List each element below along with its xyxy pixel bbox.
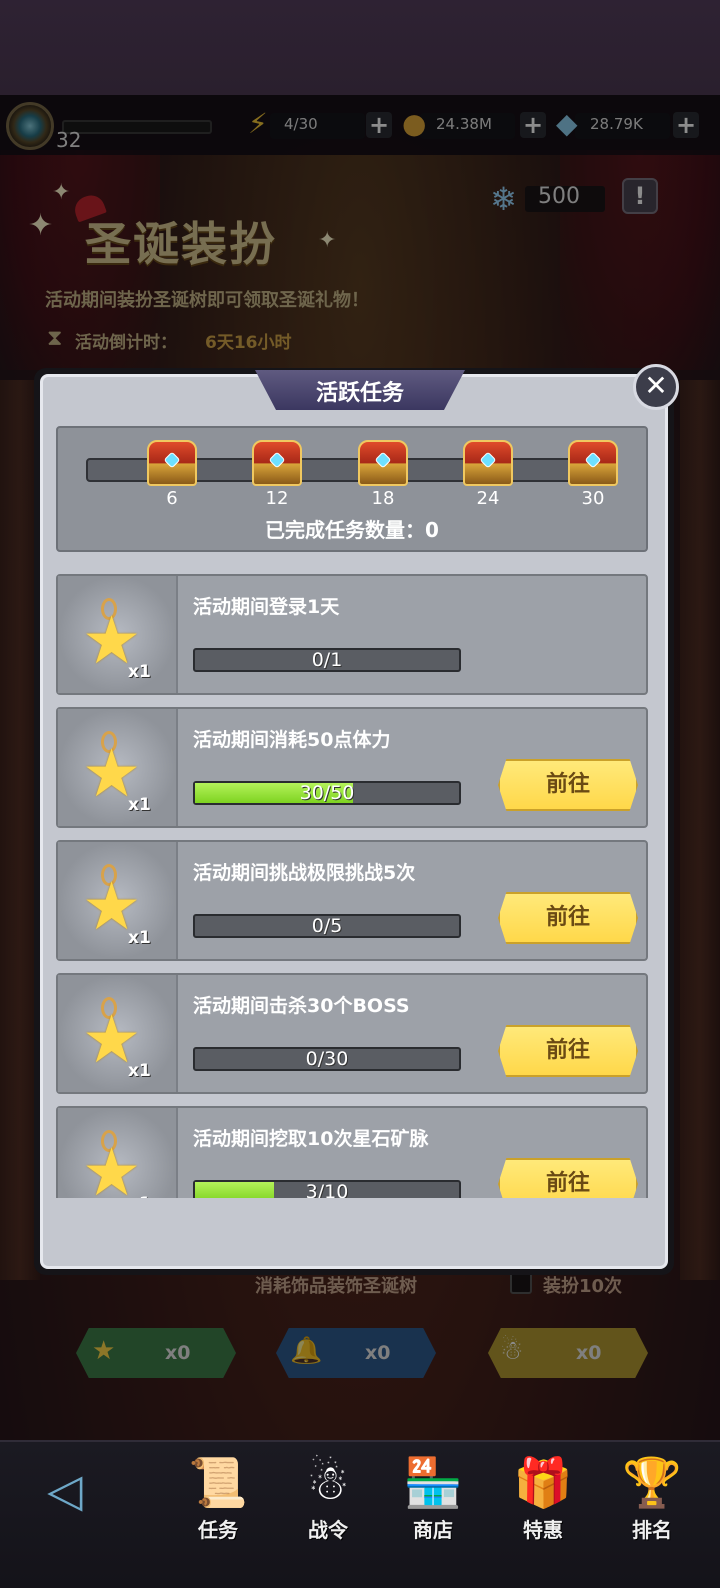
task-progress-text: 0/30: [305, 1048, 349, 1070]
task-list[interactable]: ★ x1 活动期间登录1天 0/1 ★ x1 活动期间消耗50点体力 30/50…: [56, 574, 648, 1198]
task-name: 活动期间击杀30个BOSS: [193, 995, 410, 1017]
task-row: ★ x1 活动期间消耗50点体力 30/50 前往: [56, 707, 648, 828]
scroll-icon: 📜: [188, 1455, 248, 1511]
task-progress-text: 0/5: [311, 915, 343, 937]
reward-quantity: x1: [128, 662, 151, 682]
task-progress-bar: 30/50: [193, 781, 461, 805]
task-progress-text: 0/1: [311, 649, 343, 671]
gift-icon: 🎁: [513, 1455, 573, 1511]
task-progress-text: 30/50: [299, 782, 355, 804]
reward-slot: ★ x1: [58, 1108, 178, 1198]
completed-tasks-count: 已完成任务数量：0: [265, 518, 439, 542]
nav-item-special-offer[interactable]: 🎁 特惠: [493, 1452, 593, 1552]
snowman-icon: ☃: [306, 1455, 350, 1511]
chest-milestone: 6: [166, 488, 178, 509]
task-row: ★ x1 活动期间挑战极限挑战5次 0/5 前往: [56, 840, 648, 961]
reward-quantity: x1: [128, 928, 151, 948]
chest-milestone: 30: [581, 488, 605, 509]
task-row: ★ x1 活动期间登录1天 0/1: [56, 574, 648, 695]
trophy-icon: 🏆: [622, 1455, 682, 1511]
chest-milestone: 12: [265, 488, 289, 509]
task-progress-text: 3/10: [305, 1181, 349, 1198]
reward-slot: ★ x1: [58, 576, 178, 693]
star-reward-icon: ★: [82, 1134, 142, 1199]
nav-item-tasks[interactable]: 📜 任务: [168, 1452, 268, 1552]
reward-slot: ★ x1: [58, 975, 178, 1092]
nav-label: 战令: [308, 1518, 348, 1542]
nav-label: 商店: [413, 1518, 453, 1542]
go-button[interactable]: 前往: [498, 892, 638, 944]
nav-label: 任务: [198, 1518, 238, 1542]
task-name: 活动期间消耗50点体力: [193, 729, 391, 751]
chest-milestone: 24: [476, 488, 500, 509]
nav-item-shop[interactable]: 🏪 商店: [383, 1452, 483, 1552]
task-name: 活动期间登录1天: [193, 596, 340, 618]
reward-slot: ★ x1: [58, 842, 178, 959]
go-button[interactable]: 前往: [498, 1025, 638, 1077]
task-progress-bar: 0/1: [193, 648, 461, 672]
task-progress-bar: 3/10: [193, 1180, 461, 1198]
dialog-title: 活跃任务: [315, 381, 404, 406]
back-arrow-icon[interactable]: ◁: [20, 1462, 110, 1518]
task-progress-bar: 0/5: [193, 914, 461, 938]
nav-label: 排名: [632, 1518, 672, 1542]
task-row: ★ x1 活动期间挖取10次星石矿脉 3/10 前往: [56, 1106, 648, 1198]
task-row: ★ x1 活动期间击杀30个BOSS 0/30 前往: [56, 973, 648, 1094]
scene-top-background: [0, 0, 720, 95]
close-icon: ✕: [644, 369, 668, 402]
reward-quantity: x1: [128, 1194, 151, 1198]
task-progress-bar: 0/30: [193, 1047, 461, 1071]
shop-icon: 🏪: [403, 1455, 463, 1511]
go-button[interactable]: 前往: [498, 1158, 638, 1198]
close-button[interactable]: ✕: [633, 364, 679, 410]
reward-quantity: x1: [128, 795, 151, 815]
go-button[interactable]: 前往: [498, 759, 638, 811]
reward-slot: ★ x1: [58, 709, 178, 826]
reward-quantity: x1: [128, 1061, 151, 1081]
task-name: 活动期间挖取10次星石矿脉: [193, 1128, 429, 1150]
nav-label: 特惠: [523, 1518, 563, 1542]
chest-milestone: 18: [371, 488, 395, 509]
task-name: 活动期间挑战极限挑战5次: [193, 862, 416, 884]
nav-item-battle-pass[interactable]: ☃ 战令: [278, 1452, 378, 1552]
nav-item-ranking[interactable]: 🏆 排名: [602, 1452, 702, 1552]
